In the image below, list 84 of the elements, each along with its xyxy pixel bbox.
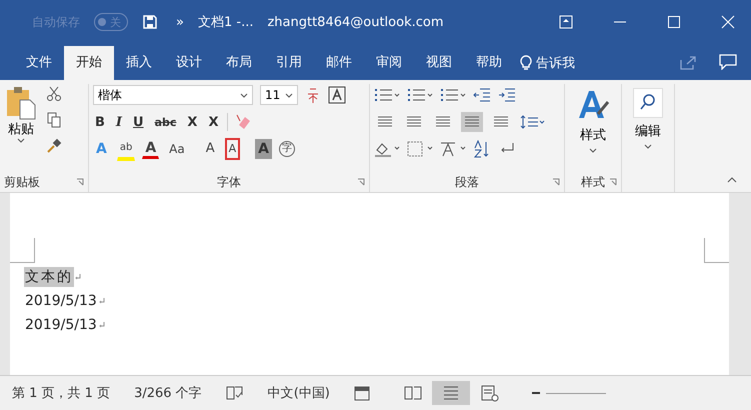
margin-corner-mark <box>10 238 35 263</box>
clipboard-icon <box>6 86 36 120</box>
format-button[interactable]: abc <box>152 116 178 128</box>
ribbon-tab[interactable]: 邮件 <box>314 46 364 80</box>
font-name-dropdown[interactable]: 楷体 <box>93 85 253 105</box>
increase-indent-icon[interactable] <box>498 87 516 103</box>
margin-corner-mark <box>704 238 729 263</box>
format-button[interactable]: X <box>206 114 220 130</box>
document-title: 文档1 -... <box>198 14 254 31</box>
close-icon[interactable] <box>721 15 735 29</box>
lightbulb-icon <box>520 55 532 71</box>
save-icon[interactable] <box>142 14 158 30</box>
format-button[interactable]: U <box>131 114 146 130</box>
tell-me-button[interactable]: 告诉我 <box>514 46 581 80</box>
font-effect-button[interactable]: 字 <box>279 141 296 157</box>
document-text-line: 2019/5/13 <box>24 292 98 310</box>
caret-icon <box>285 92 293 98</box>
ribbon-tab[interactable]: 帮助 <box>464 46 514 80</box>
page-count[interactable]: 第 1 页，共 1 页 <box>12 384 110 402</box>
paragraph-return-icon <box>98 298 105 304</box>
share-icon[interactable] <box>679 54 697 70</box>
account-email[interactable]: zhangtt8464@outlook.com <box>267 14 444 30</box>
ribbon-tab[interactable]: 视图 <box>414 46 464 80</box>
dialog-launcher-icon[interactable] <box>552 178 560 186</box>
list-icon[interactable] <box>407 87 433 103</box>
ribbon-tab[interactable]: 插入 <box>114 46 164 80</box>
print-layout-icon[interactable] <box>432 381 470 405</box>
dialog-launcher-icon[interactable] <box>357 178 365 186</box>
font-effect-button[interactable]: Aa <box>166 139 188 159</box>
align-icon[interactable] <box>461 112 483 132</box>
ribbon-display-icon[interactable] <box>559 15 573 29</box>
ribbon-tab[interactable]: 设计 <box>164 46 214 80</box>
scissors-icon[interactable] <box>46 86 62 102</box>
font-effect-button[interactable]: ab <box>116 138 136 160</box>
line-spacing-icon[interactable] <box>519 114 545 130</box>
calendar-icon[interactable] <box>354 385 370 401</box>
styles-button[interactable]: 样式 <box>569 84 617 172</box>
ribbon-tab[interactable]: 布局 <box>214 46 264 80</box>
language-indicator[interactable]: 中文(中国) <box>268 384 330 402</box>
text-spacing-icon[interactable] <box>440 140 466 158</box>
word-count[interactable]: 3/266 个字 <box>134 384 202 402</box>
caret-icon <box>644 144 652 149</box>
ribbon-tab[interactable]: 引用 <box>264 46 314 80</box>
ribbon-tab[interactable]: 文件 <box>14 46 64 80</box>
copy-icon[interactable] <box>46 112 62 128</box>
collapse-ribbon-icon[interactable] <box>727 176 737 184</box>
sort-icon[interactable] <box>473 140 491 158</box>
document-text-line: 2019/5/13 <box>24 316 98 334</box>
caret-icon <box>17 138 25 143</box>
dialog-launcher-icon[interactable] <box>609 178 617 186</box>
dialog-launcher-icon[interactable] <box>76 178 84 186</box>
group-label: 剪贴板 <box>4 174 40 190</box>
group-label: 段落 <box>455 174 479 190</box>
decrease-indent-icon[interactable] <box>473 87 491 103</box>
caret-icon <box>240 92 248 98</box>
font-effect-button[interactable]: A <box>224 138 240 160</box>
list-icon[interactable] <box>374 87 400 103</box>
format-button[interactable]: B <box>93 114 107 130</box>
proofing-icon[interactable] <box>226 385 244 401</box>
list-icon[interactable] <box>440 87 466 103</box>
group-label: 字体 <box>217 174 241 190</box>
group-label: 样式 <box>581 174 605 190</box>
font-effect-button[interactable]: A <box>142 140 160 158</box>
paste-button[interactable]: 粘贴 <box>4 84 38 172</box>
phonetic-guide-icon[interactable] <box>305 86 321 104</box>
autosave-label: 自动保存 <box>32 14 80 30</box>
editing-button[interactable]: 编辑 <box>626 84 670 172</box>
ribbon-tab[interactable]: 审阅 <box>364 46 414 80</box>
font-size-dropdown[interactable]: 11 <box>260 85 298 105</box>
paragraph-return-icon <box>98 322 105 328</box>
ribbon-tab[interactable]: 开始 <box>64 46 114 80</box>
format-button[interactable]: I <box>114 114 124 130</box>
paragraph-return-icon <box>75 274 81 280</box>
comment-icon[interactable] <box>719 54 737 70</box>
character-border-icon[interactable] <box>328 86 346 104</box>
caret-icon <box>589 148 597 153</box>
quick-access-more[interactable]: » <box>176 14 184 30</box>
font-effect-button[interactable]: A <box>202 139 218 159</box>
paintbrush-icon[interactable] <box>46 138 62 154</box>
maximize-icon[interactable] <box>667 15 681 29</box>
borders-icon[interactable] <box>407 140 433 158</box>
font-effect-button[interactable]: A <box>255 139 272 159</box>
format-button[interactable]: X <box>185 114 200 130</box>
search-icon <box>633 88 663 118</box>
